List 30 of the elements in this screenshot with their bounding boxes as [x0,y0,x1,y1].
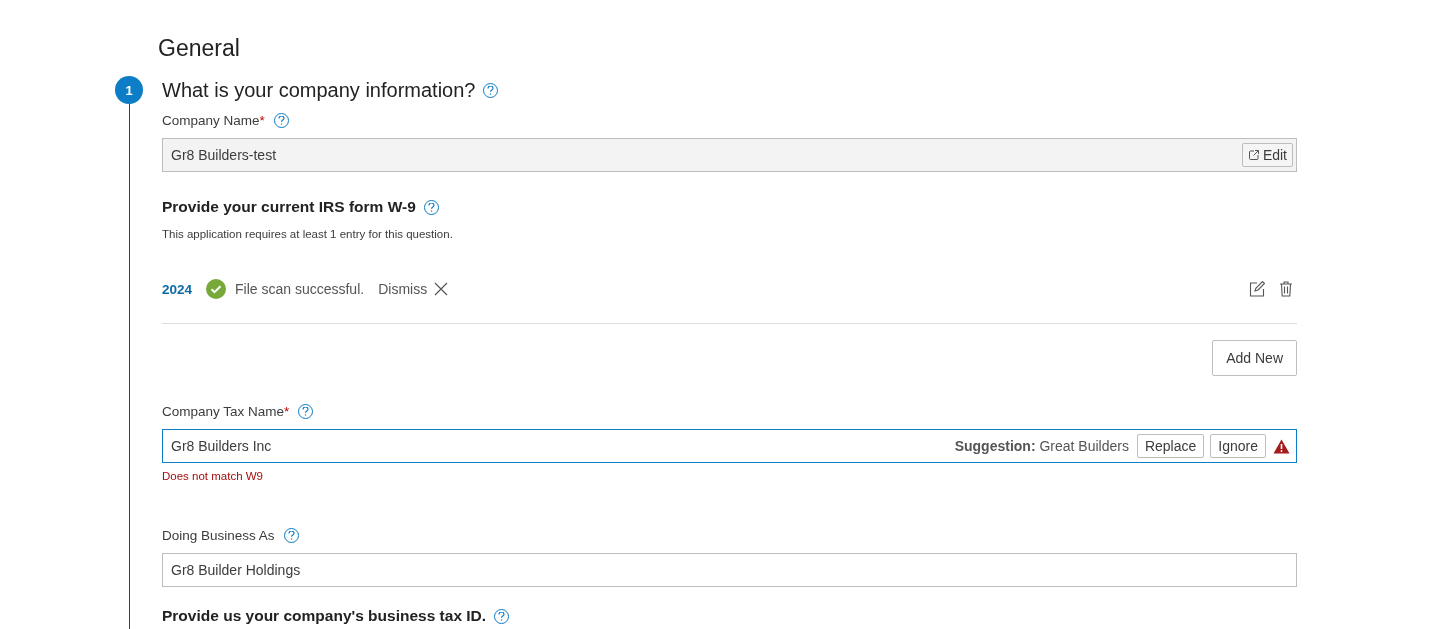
edit-button[interactable]: Edit [1241,143,1293,167]
success-check-icon [206,279,226,299]
field-label: Doing Business As [162,527,275,543]
replace-button[interactable]: Replace [1136,434,1205,458]
company-name-field[interactable]: Gr8 Builders-test Edit [162,138,1297,172]
external-link-icon [1247,149,1260,161]
error-message: Does not match W9 [162,470,264,482]
dismiss-button[interactable]: Dismiss [378,281,449,297]
tax-name-field[interactable]: Gr8 Builders Inc Suggestion: Great Builders Replace Ignore [162,429,1297,463]
field-label: Company Name* [162,112,265,128]
step-number: 1 [115,76,143,104]
suggestion-text: Suggestion: Great Builders [954,438,1129,454]
question-heading: Provide your current IRS form W-9 [162,198,416,216]
question-title: What is your company information? [162,78,476,102]
field-label: Company Tax Name* [162,403,290,419]
warning-icon [1273,438,1290,454]
text-input[interactable]: Gr8 Builder Holdings [171,562,1293,578]
section-title: General [158,34,241,62]
edit-icon[interactable] [1249,281,1265,297]
scan-status: File scan successful. [235,281,365,297]
text-input[interactable]: Gr8 Builders-test [171,147,1236,163]
entry-year[interactable]: 2024 [162,281,194,297]
trash-icon[interactable] [1279,281,1293,297]
dba-field[interactable]: Gr8 Builder Holdings [162,553,1297,587]
text-input[interactable]: Gr8 Builders Inc [171,438,949,454]
add-new-button[interactable]: Add New [1212,340,1297,376]
ignore-button[interactable]: Ignore [1210,434,1266,458]
close-icon [434,282,449,296]
question-heading: Provide us your company's business tax ID. [162,607,487,625]
requirement-note: This application requires at least 1 entry for this question. [162,228,454,240]
